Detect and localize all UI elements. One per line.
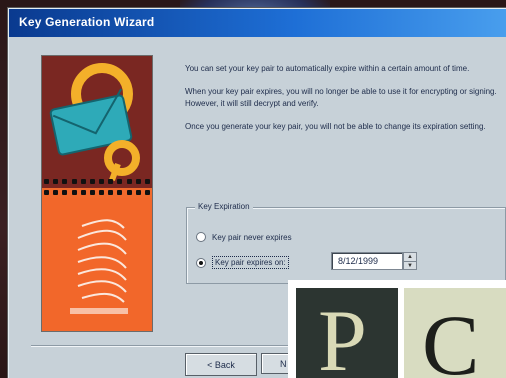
perforation: [80, 179, 86, 184]
window-title: Key Generation Wizard: [19, 15, 155, 29]
perforation: [89, 179, 95, 184]
zoom-panel-left: P: [296, 288, 398, 378]
perforation: [53, 190, 59, 195]
film-perforation-row: [44, 179, 150, 185]
perforation: [117, 190, 123, 195]
artwork-bottom: [42, 198, 152, 331]
fingerprint-logo-icon: [70, 219, 128, 314]
perforation: [80, 190, 86, 195]
zoom-panel-right: C: [404, 288, 506, 378]
description-paragraph-2: When your key pair expires, you will no …: [185, 87, 497, 108]
radio-label: Key pair never expires: [212, 232, 292, 242]
perforation: [71, 179, 77, 184]
wizard-description: You can set your key pair to automatical…: [185, 63, 505, 144]
key-expiration-group: Key Expiration Key pair never expires Ke…: [186, 202, 506, 284]
glyph-c: C: [422, 297, 480, 378]
description-paragraph-3: Once you generate your key pair, you wil…: [185, 122, 486, 131]
perforation: [135, 190, 141, 195]
radio-never-expires[interactable]: Key pair never expires: [196, 232, 292, 242]
perforation: [144, 190, 150, 195]
perforation: [99, 190, 105, 195]
back-button[interactable]: < Back: [185, 353, 257, 376]
perforation: [62, 179, 68, 184]
date-value: 8/12/1999: [338, 256, 379, 266]
description-paragraph-1: You can set your key pair to automatical…: [185, 64, 470, 73]
perforation: [71, 190, 77, 195]
perforation: [53, 179, 59, 184]
chevron-up-icon[interactable]: ▲: [404, 253, 416, 261]
back-button-label: < Back: [207, 359, 235, 370]
perforation: [126, 190, 132, 195]
screen: Key Generation Wizard You can set your k…: [0, 0, 506, 378]
perforation: [62, 190, 68, 195]
chevron-down-icon[interactable]: ▼: [404, 261, 416, 270]
radio-button-checked[interactable]: [196, 257, 206, 268]
perforation: [99, 179, 105, 184]
radio-expires-on[interactable]: Key pair expires on:: [196, 256, 289, 269]
perforation: [135, 179, 141, 184]
zoomed-glyph-overlay: P C: [288, 280, 506, 378]
radio-button[interactable]: [196, 232, 206, 242]
perforation: [108, 179, 114, 184]
group-label: Key Expiration: [195, 202, 253, 212]
film-perforation-row: [44, 190, 150, 196]
envelope-key-icon: [49, 63, 140, 182]
perforation: [108, 190, 114, 195]
next-button-label: N: [280, 358, 287, 369]
perforation: [117, 179, 123, 184]
radio-label: Key pair expires on:: [212, 256, 289, 269]
perforation: [144, 179, 150, 184]
perforation: [126, 179, 132, 184]
perforation: [89, 190, 95, 195]
wizard-artwork: [41, 55, 153, 332]
perforation: [44, 179, 49, 184]
glyph-p: P: [318, 293, 367, 378]
perforation: [44, 190, 49, 195]
date-spinner[interactable]: ▲ ▼: [403, 252, 417, 270]
artwork-top: [42, 56, 152, 188]
expiration-date-input[interactable]: 8/12/1999: [331, 252, 403, 270]
title-bar[interactable]: Key Generation Wizard: [9, 9, 506, 37]
